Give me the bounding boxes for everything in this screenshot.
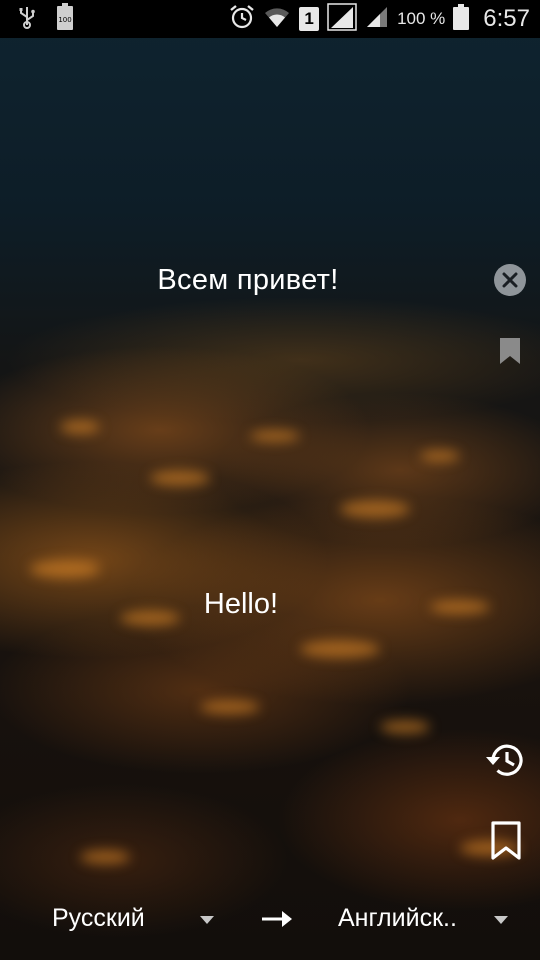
battery-small-label: 100	[58, 16, 71, 24]
battery-percent: 100 %	[397, 9, 446, 28]
bookmark-outline-icon	[491, 821, 521, 860]
sim-slot-label: 1	[304, 9, 314, 28]
source-text[interactable]: Всем привет!	[0, 264, 496, 297]
status-bar: 100 1 100 % 6:57	[0, 0, 540, 38]
signal-icon	[327, 2, 357, 36]
history-icon	[486, 744, 523, 776]
dropdown-arrow-icon[interactable]	[492, 914, 510, 926]
clear-button[interactable]	[494, 264, 526, 296]
background-image	[0, 0, 540, 960]
battery-small-icon: 100	[56, 2, 74, 36]
wifi-icon	[263, 5, 291, 34]
translated-text: Hello!	[203, 588, 279, 620]
battery-icon	[453, 3, 470, 35]
alarm-icon	[229, 4, 255, 35]
usb-icon	[18, 5, 36, 34]
bookmark-filled-icon	[500, 338, 520, 364]
swap-languages-button[interactable]	[260, 908, 294, 930]
history-button[interactable]	[483, 738, 527, 782]
close-icon	[502, 272, 518, 288]
target-language-selector[interactable]: Английск..	[338, 904, 457, 933]
language-bar: Русский Английск..	[0, 890, 540, 950]
source-language-selector[interactable]: Русский	[52, 904, 145, 933]
bookmark-source-button[interactable]	[498, 336, 522, 366]
clock: 6:57	[483, 5, 530, 32]
bookmarks-button[interactable]	[489, 820, 523, 862]
sim-slot-icon: 1	[299, 7, 320, 31]
signal-strength-icon	[365, 5, 389, 34]
dropdown-arrow-icon[interactable]	[198, 914, 216, 926]
